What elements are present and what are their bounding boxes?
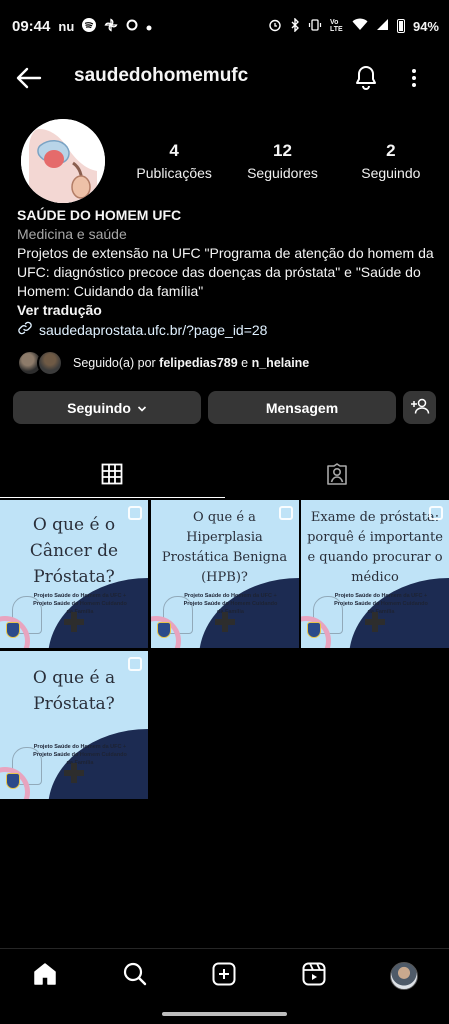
- status-bar: 09:44 nu Vo LTE 94%: [0, 0, 449, 52]
- avatar: [37, 350, 63, 376]
- post-title: O que é o Câncer de Próstata?: [29, 515, 119, 587]
- medical-cross-icon: [64, 612, 84, 632]
- post-title: O que é a Próstata?: [32, 668, 116, 714]
- grid-icon: [101, 463, 123, 490]
- profile-category: Medicina e saúde: [17, 226, 127, 242]
- profile-website-link[interactable]: saudedaprostata.ufc.br/?page_id=28: [17, 320, 437, 341]
- message-button[interactable]: Mensagem: [208, 391, 396, 424]
- profile-bio: SAÚDE DO HOMEM UFC Medicina e saúde Proj…: [17, 206, 437, 341]
- pinwheel-icon: [104, 18, 118, 35]
- medical-cross-icon: [365, 612, 385, 632]
- volte-icon: Vo LTE: [329, 19, 343, 33]
- post-title: Exame de próstata: porquê é importante e…: [307, 510, 443, 585]
- status-time: 09:44: [12, 17, 51, 35]
- add-post-icon: [211, 961, 237, 992]
- medical-cross-icon: [64, 763, 84, 783]
- nav-reels[interactable]: [294, 956, 334, 996]
- followed-by-prefix: Seguido(a) por: [73, 356, 160, 370]
- message-button-label: Mensagem: [265, 399, 339, 416]
- stat-followers[interactable]: 12 Seguidores: [228, 141, 336, 181]
- following-label: Seguindo: [361, 165, 421, 181]
- carousel-icon: [278, 506, 293, 520]
- mutual-user-2[interactable]: n_helaine: [252, 356, 310, 370]
- mutual-user-1[interactable]: felipedias789: [159, 356, 238, 370]
- stat-posts[interactable]: 4 Publicações: [120, 141, 228, 181]
- chevron-down-icon: [137, 400, 147, 416]
- bio-text: Projetos de extensão na UFC "Programa de…: [17, 245, 434, 299]
- carousel-icon: [128, 506, 142, 520]
- back-arrow-icon[interactable]: [14, 64, 44, 92]
- carousel-icon: [429, 506, 443, 520]
- posts-count: 4: [169, 141, 179, 160]
- profile-display-name: SAÚDE DO HOMEM UFC: [17, 207, 182, 223]
- ufc-crest-icon: [307, 622, 321, 638]
- nav-home[interactable]: [25, 956, 65, 996]
- posts-grid: O que é o Câncer de Próstata? Projeto Sa…: [0, 500, 449, 799]
- nu-icon: nu: [58, 18, 75, 34]
- post-title: O que é a Hiperplasia Prostática Benigna…: [161, 510, 288, 585]
- website-url: saudedaprostata.ufc.br/?page_id=28: [39, 322, 268, 338]
- tab-tagged[interactable]: [225, 455, 449, 497]
- followers-count: 12: [273, 141, 292, 160]
- bluetooth-icon: [290, 16, 300, 35]
- ufc-crest-icon: [6, 773, 20, 789]
- profile-username: saudedohomemufc: [74, 65, 249, 86]
- posts-label: Publicações: [136, 165, 212, 181]
- followed-by-joiner: e: [237, 356, 252, 370]
- tagged-person-icon: [325, 462, 349, 491]
- dot-icon: [146, 18, 152, 34]
- see-translation-link[interactable]: Ver tradução: [17, 301, 437, 320]
- post-thumbnail[interactable]: O que é a Hiperplasia Prostática Benigna…: [150, 500, 299, 648]
- followers-label: Seguidores: [247, 165, 318, 181]
- following-button-label: Seguindo: [67, 399, 131, 416]
- post-thumbnail[interactable]: Exame de próstata: porquê é importante e…: [301, 500, 449, 648]
- add-user-button[interactable]: [403, 391, 436, 424]
- carousel-icon: [128, 657, 142, 671]
- search-icon: [122, 961, 148, 992]
- stat-following[interactable]: 2 Seguindo: [337, 141, 445, 181]
- followed-by-row[interactable]: Seguido(a) por felipedias789 e n_helaine: [17, 350, 309, 376]
- reels-icon: [301, 961, 327, 992]
- nav-profile[interactable]: [384, 956, 424, 996]
- home-indicator[interactable]: [162, 1012, 287, 1016]
- nav-search[interactable]: [115, 956, 155, 996]
- home-icon: [32, 961, 58, 992]
- ufc-crest-icon: [6, 622, 20, 638]
- profile-avatar[interactable]: [21, 119, 105, 203]
- profile-top-bar: saudedohomemufc: [0, 56, 449, 100]
- battery-percent: 94%: [412, 18, 439, 34]
- spotify-icon: [82, 17, 97, 35]
- circle-icon: [126, 18, 138, 34]
- add-user-icon: [410, 397, 430, 418]
- following-button[interactable]: Seguindo: [13, 391, 201, 424]
- signal-icon: [376, 18, 389, 34]
- post-thumbnail[interactable]: O que é o Câncer de Próstata? Projeto Sa…: [0, 500, 148, 648]
- vibrate-icon: [308, 18, 322, 35]
- mutual-avatars: [17, 350, 65, 376]
- following-count: 2: [386, 141, 396, 160]
- bottom-navigation: [0, 948, 449, 1003]
- wifi-icon: [352, 18, 368, 34]
- profile-stats: 4 Publicações 12 Seguidores 2 Seguindo: [120, 141, 445, 181]
- tab-grid[interactable]: [0, 455, 225, 498]
- nav-create[interactable]: [204, 956, 244, 996]
- medical-cross-icon: [214, 612, 235, 632]
- more-options-icon[interactable]: [404, 64, 424, 92]
- notification-bell-icon[interactable]: [352, 63, 380, 91]
- post-thumbnail[interactable]: O que é a Próstata? Projeto Saúde do Hom…: [0, 651, 148, 799]
- alarm-icon: [268, 18, 282, 35]
- battery-icon: [396, 19, 405, 33]
- profile-tabs: [0, 455, 449, 498]
- ufc-crest-icon: [156, 622, 171, 638]
- avatar: [390, 962, 419, 990]
- link-icon: [17, 320, 33, 341]
